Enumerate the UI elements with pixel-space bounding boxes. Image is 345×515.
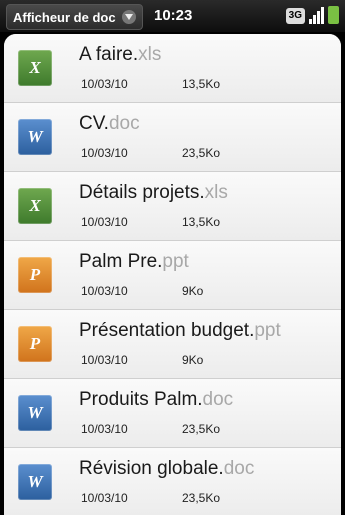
file-basename: CV.	[79, 113, 109, 134]
file-size: 13,5Ko	[182, 77, 221, 91]
ppt-file-icon: P	[18, 257, 52, 293]
app-menu-button[interactable]: Afficheur de doc	[6, 4, 143, 30]
file-date: 10/03/10	[81, 146, 128, 160]
file-size: 13,5Ko	[182, 215, 221, 229]
doc-file-icon: W	[18, 119, 52, 155]
file-row[interactable]: P Palm Pre.ppt 10/03/10 9Ko	[4, 241, 341, 310]
file-date: 10/03/10	[81, 422, 128, 436]
file-name: Détails projets.xls	[79, 182, 228, 204]
file-row[interactable]: X A faire.xls 10/03/10 13,5Ko	[4, 34, 341, 103]
file-basename: Produits Palm.	[79, 389, 203, 410]
xls-file-icon: X	[18, 188, 52, 224]
app-menu-label: Afficheur de doc	[13, 9, 116, 25]
file-extension: doc	[223, 458, 255, 479]
file-basename: Palm Pre.	[79, 251, 163, 272]
file-extension: ppt	[162, 251, 189, 272]
file-size: 9Ko	[182, 353, 204, 367]
file-size: 23,5Ko	[182, 491, 221, 505]
file-basename: A faire.	[79, 44, 139, 65]
file-date: 10/03/10	[81, 215, 128, 229]
file-name: Présentation budget.ppt	[79, 320, 281, 342]
network-badge: 3G	[285, 8, 305, 24]
file-name: Produits Palm.doc	[79, 389, 233, 411]
file-basename: Présentation budget.	[79, 320, 255, 341]
file-date: 10/03/10	[81, 353, 128, 367]
status-bar: Afficheur de doc 10:23 3G	[0, 0, 345, 32]
doc-file-icon: W	[18, 395, 52, 431]
file-name: Révision globale.doc	[79, 458, 254, 480]
file-name: CV.doc	[79, 113, 140, 135]
chevron-down-icon	[121, 10, 136, 24]
file-size: 23,5Ko	[182, 422, 221, 436]
xls-file-icon: X	[18, 50, 52, 86]
file-row[interactable]: W CV.doc 10/03/10 23,5Ko	[4, 103, 341, 172]
file-row[interactable]: W Produits Palm.doc 10/03/10 23,5Ko	[4, 379, 341, 448]
file-row[interactable]: P Présentation budget.ppt 10/03/10 9Ko	[4, 310, 341, 379]
file-date: 10/03/10	[81, 491, 128, 505]
file-size: 23,5Ko	[182, 146, 221, 160]
file-date: 10/03/10	[81, 77, 128, 91]
file-extension: xls	[138, 44, 162, 65]
file-date: 10/03/10	[81, 284, 128, 298]
file-name: Palm Pre.ppt	[79, 251, 189, 273]
file-name: A faire.xls	[79, 44, 161, 66]
status-icons: 3G	[285, 6, 339, 24]
file-list: XA faire.xls 10/03/10 13,5Ko W CV.doc 10/03/1…	[4, 34, 341, 515]
file-row[interactable]: W Révision globale.doc 10/03/10 23,5Ko	[4, 448, 341, 515]
clock: 10:23	[154, 7, 193, 24]
file-basename: Révision globale.	[79, 458, 224, 479]
file-extension: ppt	[254, 320, 281, 341]
file-row[interactable]: X Détails projets.xls 10/03/10 13,5Ko	[4, 172, 341, 241]
ppt-file-icon: P	[18, 326, 52, 362]
file-extension: doc	[108, 113, 140, 134]
file-extension: doc	[202, 389, 234, 410]
file-extension: xls	[204, 182, 228, 203]
doc-file-icon: W	[18, 464, 52, 500]
file-size: 9Ko	[182, 284, 204, 298]
battery-icon	[328, 6, 339, 24]
signal-icon	[309, 6, 324, 24]
file-basename: Détails projets.	[79, 182, 205, 203]
